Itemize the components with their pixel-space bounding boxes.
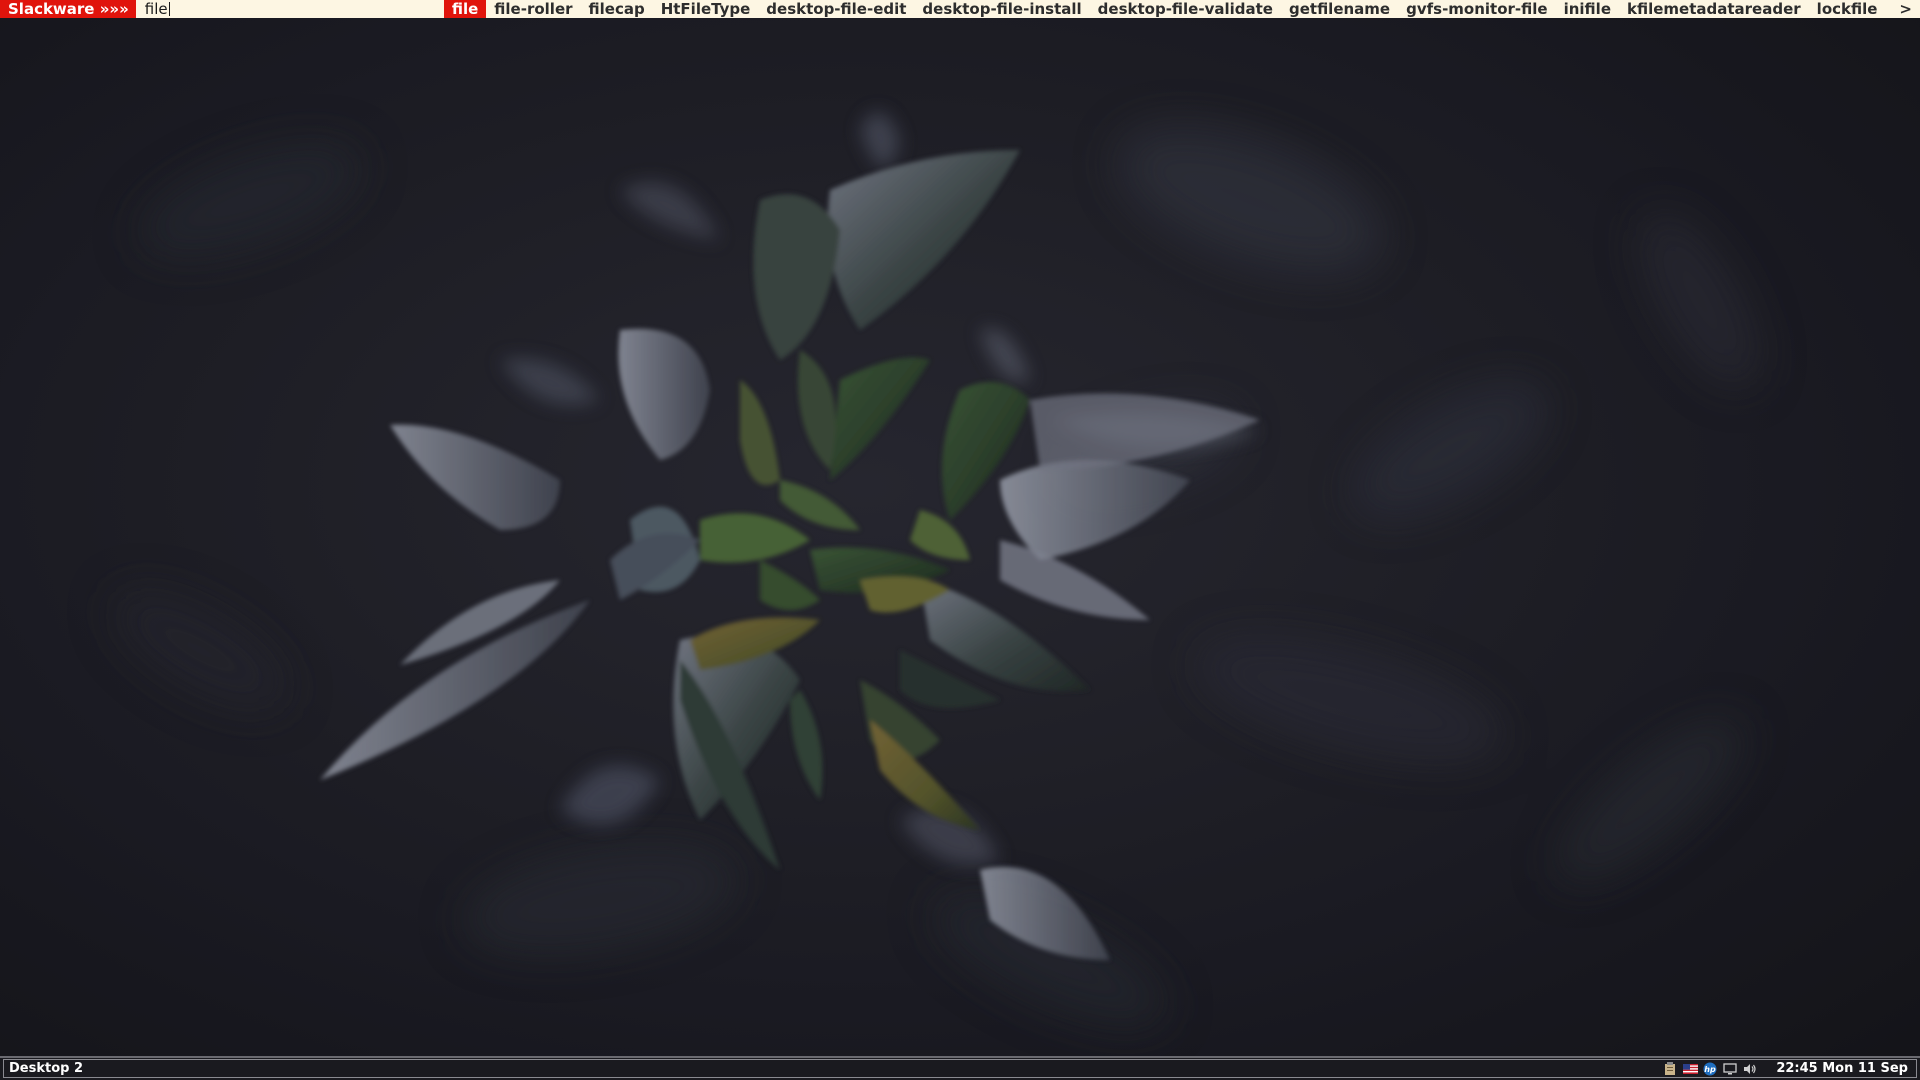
hp-printer-icon[interactable]: hp	[1702, 1062, 1718, 1076]
system-tray: hp 22:45 Mon 11 Sep	[1662, 1061, 1916, 1076]
panel-inner: Desktop 2 hp 22:45 Mon 11 Sep	[3, 1059, 1917, 1078]
bottom-panel: Desktop 2 hp 22:45 Mon 11 Sep	[0, 1056, 1920, 1080]
dmenu-more-indicator[interactable]: >	[1885, 0, 1920, 18]
network-monitor-icon[interactable]	[1722, 1062, 1738, 1076]
dmenu-item-desktop-file-edit[interactable]: desktop-file-edit	[758, 0, 914, 18]
dmenu-item-desktop-file-validate[interactable]: desktop-file-validate	[1090, 0, 1281, 18]
desktop-label[interactable]: Desktop 2	[4, 1061, 1662, 1076]
dmenu-item-file-roller[interactable]: file-roller	[486, 0, 580, 18]
text-caret	[168, 2, 170, 16]
dmenu-item-htfiletype[interactable]: HtFileType	[653, 0, 759, 18]
clock[interactable]: 22:45 Mon 11 Sep	[1776, 1061, 1908, 1076]
dmenu-input-text: file	[144, 0, 168, 18]
volume-icon[interactable]	[1742, 1062, 1758, 1076]
dmenu-item-desktop-file-install[interactable]: desktop-file-install	[914, 0, 1089, 18]
dmenu-items: file file-roller filecap HtFileType desk…	[443, 0, 1886, 18]
dmenu-input[interactable]: file	[136, 0, 444, 18]
dmenu-prompt: Slackware »»»	[0, 0, 136, 18]
dmenu-item-inifile[interactable]: inifile	[1556, 0, 1619, 18]
desktop-wallpaper	[0, 0, 1920, 1080]
dmenu-launcher-bar: Slackware »»» file file file-roller file…	[0, 0, 1920, 18]
dmenu-item-filecap[interactable]: filecap	[581, 0, 653, 18]
clipboard-icon[interactable]	[1662, 1062, 1678, 1076]
dmenu-item-getfilename[interactable]: getfilename	[1281, 0, 1398, 18]
dmenu-item-file[interactable]: file	[443, 0, 487, 18]
keyboard-layout-us-flag-icon[interactable]	[1682, 1062, 1698, 1076]
svg-text:hp: hp	[1705, 1065, 1717, 1074]
dmenu-item-gvfs-monitor-file[interactable]: gvfs-monitor-file	[1398, 0, 1555, 18]
dmenu-item-kfilemetadatareader[interactable]: kfilemetadatareader	[1619, 0, 1809, 18]
dmenu-item-lockfile[interactable]: lockfile	[1809, 0, 1886, 18]
